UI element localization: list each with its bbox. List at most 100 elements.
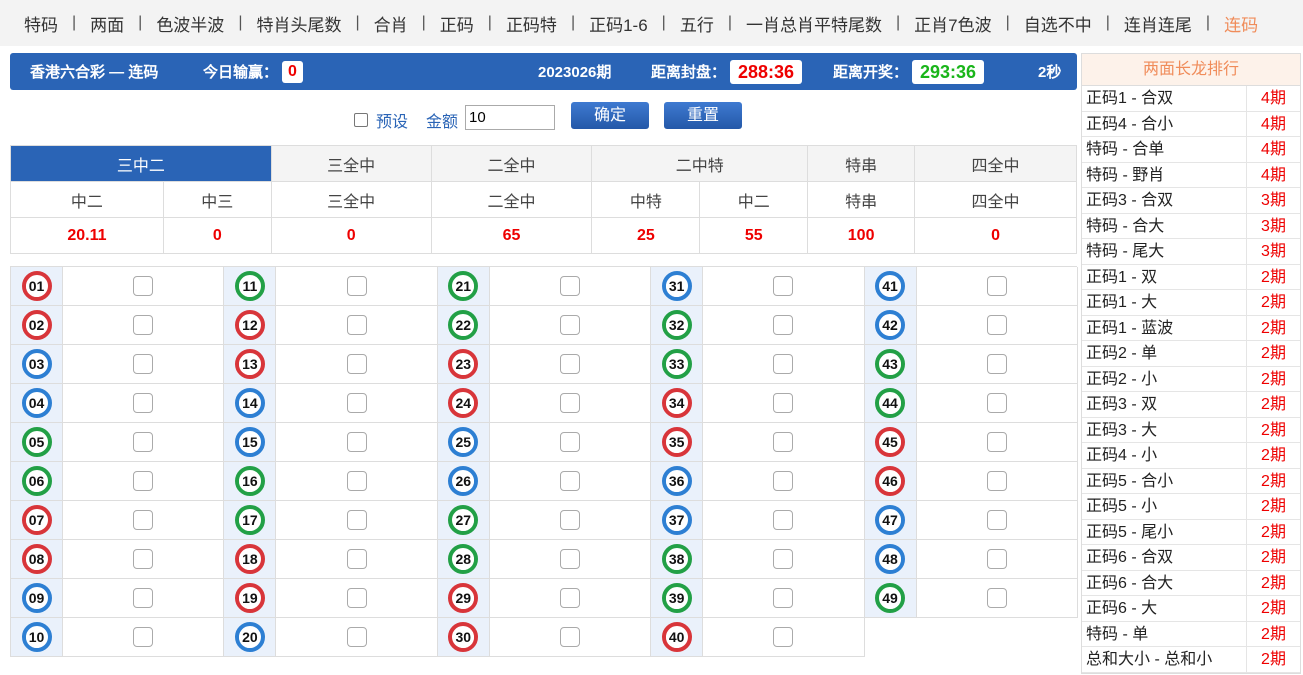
number-checkbox[interactable] (133, 471, 154, 491)
number-checkbox[interactable] (346, 588, 367, 608)
reset-button[interactable]: 重置 (664, 102, 742, 129)
number-checkbox[interactable] (133, 588, 154, 608)
odds-type-tab[interactable]: 二全中 (430, 145, 593, 182)
nav-item[interactable]: 特肖头尾数 (242, 11, 355, 36)
long-streak-name: 正码5 - 小 (1086, 498, 1158, 515)
number-checkbox[interactable] (986, 393, 1007, 413)
number-cell: 04 (11, 384, 225, 423)
nav-item[interactable]: 一肖总肖平特尾数 (732, 11, 896, 36)
number-checkbox[interactable] (346, 432, 367, 452)
number-checkbox[interactable] (559, 354, 580, 374)
odds-type-tab[interactable]: 二中特 (591, 145, 809, 182)
number-checkbox[interactable] (559, 588, 580, 608)
ball-number: 35 (666, 431, 688, 453)
number-checkbox[interactable] (346, 510, 367, 530)
odds-type-tab[interactable]: 三全中 (270, 145, 432, 182)
long-streak-name: 正码4 - 合小 (1086, 115, 1174, 133)
long-streak-name: 总和大小 - 总和小 (1086, 651, 1213, 668)
nav-item[interactable]: 五行 (666, 11, 728, 36)
number-checkbox[interactable] (133, 549, 154, 569)
number-ball-cell: 25 (437, 423, 490, 461)
confirm-button[interactable]: 确定 (571, 102, 649, 129)
ball-number: 46 (879, 470, 901, 492)
number-checkbox[interactable] (986, 549, 1007, 569)
odds-subtype: 特串 (807, 181, 916, 218)
ball-number: 17 (239, 509, 261, 531)
refresh-seconds[interactable]: 2秒 (1038, 61, 1061, 82)
number-cell: 09 (11, 579, 225, 618)
long-streak-row: 正码1 - 合双 4期 (1082, 86, 1300, 112)
number-checkbox[interactable] (773, 276, 794, 296)
number-checkbox[interactable] (346, 549, 367, 569)
number-checkbox[interactable] (559, 510, 580, 530)
odds-type-tab[interactable]: 特串 (807, 145, 916, 182)
ball-number: 25 (452, 431, 474, 453)
lottery-ball: 04 (21, 388, 52, 418)
number-checkbox[interactable] (559, 432, 580, 452)
number-checkbox[interactable] (986, 354, 1007, 374)
number-cell: 11 (224, 267, 438, 306)
number-checkbox[interactable] (133, 276, 154, 296)
number-cell: 46 (864, 462, 1078, 501)
number-checkbox[interactable] (773, 354, 794, 374)
number-checkbox[interactable] (133, 315, 154, 335)
number-checkbox[interactable] (773, 549, 794, 569)
number-checkbox[interactable] (133, 510, 154, 530)
nav-item[interactable]: 正码 (426, 11, 488, 36)
number-checkbox[interactable] (346, 315, 367, 335)
nav-item[interactable]: 连肖连尾 (1110, 11, 1206, 36)
nav-item[interactable]: 两面 (76, 11, 138, 36)
number-checkbox[interactable] (559, 393, 580, 413)
number-checkbox[interactable] (986, 315, 1007, 335)
number-checkbox[interactable] (346, 627, 367, 647)
number-checkbox[interactable] (559, 276, 580, 296)
number-checkbox[interactable] (773, 432, 794, 452)
odds-type-tab[interactable]: 三中二 (10, 145, 272, 182)
long-streak-count: 2期 (1246, 494, 1300, 519)
number-checkbox[interactable] (133, 627, 154, 647)
number-ball-cell: 15 (224, 423, 277, 461)
number-checkbox[interactable] (773, 627, 794, 647)
number-checkbox[interactable] (133, 354, 154, 374)
nav-item[interactable]: 正肖7色波 (900, 11, 1005, 36)
number-checkbox[interactable] (986, 432, 1007, 452)
long-streak-name: 正码6 - 合双 (1086, 549, 1174, 566)
number-checkbox[interactable] (773, 510, 794, 530)
amount-input[interactable] (465, 105, 555, 130)
odds-type-tab[interactable]: 四全中 (914, 145, 1077, 182)
number-checkbox[interactable] (559, 315, 580, 335)
odds-value: 0 (270, 217, 432, 254)
number-checkbox[interactable] (346, 471, 367, 491)
number-cell: 29 (437, 579, 652, 618)
number-checkbox[interactable] (346, 393, 367, 413)
number-checkbox[interactable] (559, 549, 580, 569)
number-checkbox[interactable] (559, 627, 580, 647)
number-checkbox[interactable] (986, 588, 1007, 608)
number-ball-cell: 18 (224, 540, 277, 578)
preset-checkbox-box[interactable] (354, 113, 368, 127)
number-checkbox[interactable] (986, 276, 1007, 296)
number-checkbox[interactable] (773, 588, 794, 608)
number-checkbox-cell (276, 501, 436, 539)
number-checkbox[interactable] (133, 432, 154, 452)
lottery-ball: 39 (661, 583, 692, 613)
number-cell: 35 (651, 423, 865, 462)
nav-item[interactable]: 色波半波 (142, 11, 238, 36)
number-checkbox[interactable] (986, 510, 1007, 530)
nav-item[interactable]: 特码 (10, 11, 72, 36)
number-checkbox[interactable] (346, 276, 367, 296)
number-checkbox[interactable] (986, 471, 1007, 491)
number-checkbox[interactable] (773, 315, 794, 335)
number-checkbox[interactable] (773, 471, 794, 491)
nav-item[interactable]: 合肖 (360, 11, 422, 36)
nav-item[interactable]: 正码特 (492, 11, 571, 36)
nav-item[interactable]: 正码1-6 (575, 11, 662, 36)
number-checkbox[interactable] (346, 354, 367, 374)
lottery-ball: 41 (875, 271, 906, 301)
nav-item[interactable]: 自选不中 (1010, 11, 1106, 36)
nav-item[interactable]: 连码 (1210, 11, 1272, 36)
preset-checkbox[interactable]: 预设 (354, 108, 408, 132)
number-checkbox[interactable] (559, 471, 580, 491)
number-checkbox[interactable] (773, 393, 794, 413)
number-checkbox[interactable] (133, 393, 154, 413)
